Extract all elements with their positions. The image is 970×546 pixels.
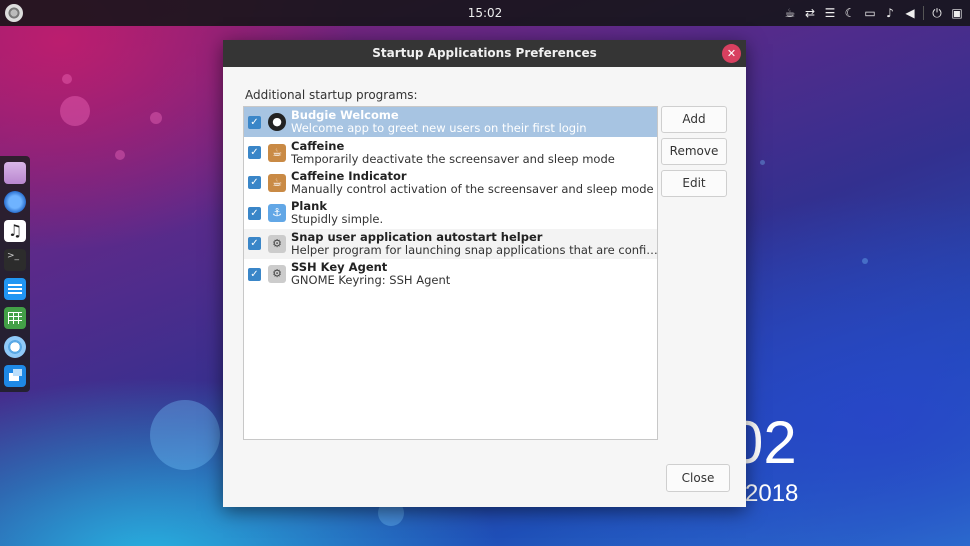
text-editor-launcher-icon[interactable] bbox=[4, 278, 26, 300]
startup-applications-dialog: Startup Applications Preferences ✕ Addit… bbox=[223, 40, 746, 507]
list-item[interactable]: ✓ ● Budgie Welcome Welcome app to greet … bbox=[244, 107, 657, 138]
program-name: Budgie Welcome bbox=[291, 109, 399, 123]
system-tray: ☕ ⇄ ☰ ☾ ▭ ♪ ◀ ⏻ ▣ bbox=[783, 0, 964, 26]
enabled-checkbox[interactable]: ✓ bbox=[248, 115, 261, 129]
wallpaper-bokeh bbox=[150, 112, 162, 124]
remove-button[interactable]: Remove bbox=[661, 138, 727, 165]
edit-button[interactable]: Edit bbox=[661, 170, 727, 197]
wallpaper-bokeh bbox=[115, 150, 125, 160]
enabled-checkbox[interactable]: ✓ bbox=[248, 146, 261, 160]
gear-icon: ⚙ bbox=[268, 265, 286, 284]
dialog-title: Startup Applications Preferences bbox=[372, 46, 597, 60]
enabled-checkbox[interactable]: ✓ bbox=[248, 206, 261, 220]
music-player-launcher-icon[interactable]: ♫ bbox=[4, 220, 26, 242]
program-description: Welcome app to greet new users on their … bbox=[291, 122, 587, 136]
program-description: Helper program for launching snap applic… bbox=[291, 243, 657, 257]
wallpaper-bokeh bbox=[760, 160, 765, 165]
window-switcher-launcher-icon[interactable] bbox=[4, 365, 26, 387]
enabled-checkbox[interactable]: ✓ bbox=[248, 237, 261, 251]
desktop-clock-date: 2018 bbox=[745, 480, 799, 507]
notifications-list-icon[interactable]: ☰ bbox=[823, 6, 837, 20]
dialog-titlebar[interactable]: Startup Applications Preferences ✕ bbox=[223, 40, 746, 67]
program-description: GNOME Keyring: SSH Agent bbox=[291, 274, 451, 288]
list-item[interactable]: ✓ ⚙ Snap user application autostart help… bbox=[244, 228, 657, 259]
volume-icon[interactable]: ◀ bbox=[903, 6, 917, 20]
list-item[interactable]: ✓ ☕ Caffeine Indicator Manually control … bbox=[244, 168, 657, 198]
spreadsheet-launcher-icon[interactable] bbox=[4, 307, 26, 329]
top-panel: 15:02 ☕ ⇄ ☰ ☾ ▭ ♪ ◀ ⏻ ▣ bbox=[0, 0, 970, 26]
program-description: Stupidly simple. bbox=[291, 213, 384, 227]
program-name: SSH Key Agent bbox=[291, 261, 388, 275]
power-icon[interactable]: ⏻ bbox=[930, 6, 944, 21]
close-button[interactable]: Close bbox=[666, 464, 730, 492]
wallpaper-bokeh bbox=[150, 400, 220, 470]
wallpaper-bokeh bbox=[862, 258, 868, 264]
network-transfer-icon[interactable]: ⇄ bbox=[803, 6, 817, 20]
sidebar-toggle-icon[interactable]: ▣ bbox=[950, 6, 964, 20]
enabled-checkbox[interactable]: ✓ bbox=[248, 267, 261, 281]
program-name: Snap user application autostart helper bbox=[291, 230, 543, 244]
list-item[interactable]: ✓ ☕ Caffeine Temporarily deactivate the … bbox=[244, 137, 657, 167]
program-name: Plank bbox=[291, 200, 327, 214]
chromium-launcher-icon[interactable] bbox=[4, 336, 26, 358]
section-label: Additional startup programs: bbox=[245, 88, 418, 102]
program-description: Temporarily deactivate the screensaver a… bbox=[291, 152, 615, 166]
app-menu-button[interactable] bbox=[5, 4, 23, 22]
list-item[interactable]: ✓ ⚙ SSH Key Agent GNOME Keyring: SSH Age… bbox=[244, 259, 657, 289]
caffeine-cup-icon: ☕ bbox=[268, 173, 286, 192]
program-description: Manually control activation of the scree… bbox=[291, 182, 654, 196]
list-item[interactable]: ✓ ⚓ Plank Stupidly simple. bbox=[244, 198, 657, 228]
night-light-icon[interactable]: ☾ bbox=[843, 6, 857, 20]
dock: ♫ >_ bbox=[0, 156, 30, 392]
enabled-checkbox[interactable]: ✓ bbox=[248, 176, 261, 190]
web-browser-launcher-icon[interactable] bbox=[4, 191, 26, 213]
wallpaper-bokeh bbox=[60, 96, 90, 126]
terminal-launcher-icon[interactable]: >_ bbox=[4, 249, 26, 271]
caffeine-cup-icon[interactable]: ☕ bbox=[783, 6, 797, 20]
files-launcher-icon[interactable] bbox=[4, 162, 26, 184]
wallpaper-bokeh bbox=[62, 74, 72, 84]
anchor-icon: ⚓ bbox=[268, 204, 286, 223]
add-button[interactable]: Add bbox=[661, 106, 727, 133]
budgie-ball-icon: ● bbox=[268, 113, 286, 132]
close-icon[interactable]: ✕ bbox=[722, 44, 741, 63]
folder-icon[interactable]: ▭ bbox=[863, 6, 877, 20]
program-name: Caffeine Indicator bbox=[291, 169, 407, 183]
bell-icon[interactable]: ♪ bbox=[883, 6, 897, 20]
caffeine-cup-icon: ☕ bbox=[268, 143, 286, 162]
tray-separator bbox=[923, 6, 924, 20]
startup-programs-list[interactable]: ✓ ● Budgie Welcome Welcome app to greet … bbox=[243, 106, 658, 440]
program-name: Caffeine bbox=[291, 139, 345, 153]
gear-icon: ⚙ bbox=[268, 234, 286, 253]
